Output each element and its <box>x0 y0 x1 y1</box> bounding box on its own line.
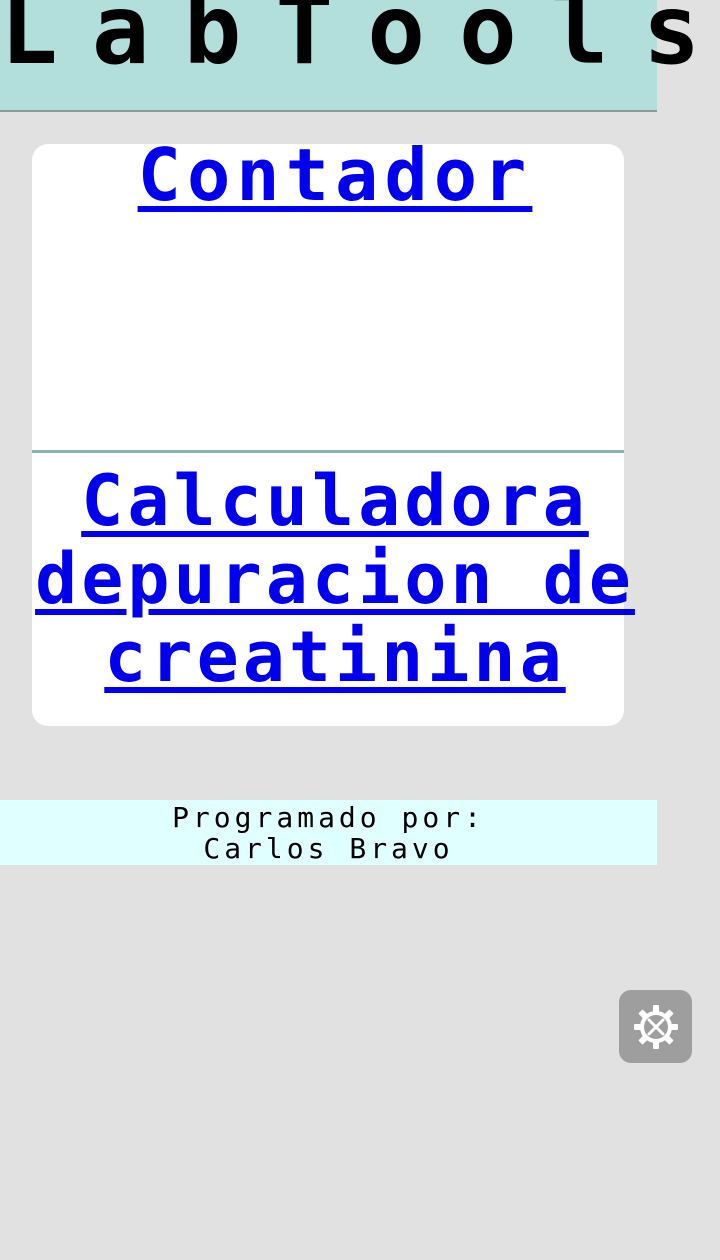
calculadora-creatinina-link[interactable]: Calculadora depuracion de creatinina <box>0 462 670 696</box>
gear-wrench-icon <box>633 1004 678 1049</box>
menu-divider <box>32 450 624 453</box>
app-title: LabTools <box>0 0 720 86</box>
credits-line-1: Programado por: <box>172 801 485 834</box>
settings-button[interactable] <box>619 990 692 1063</box>
credits-footer: Programado por: Carlos Bravo <box>0 800 657 865</box>
contador-link[interactable]: Contador <box>0 136 670 214</box>
credits-line-2: Carlos Bravo <box>203 832 454 865</box>
app-header: LabTools <box>0 0 700 112</box>
